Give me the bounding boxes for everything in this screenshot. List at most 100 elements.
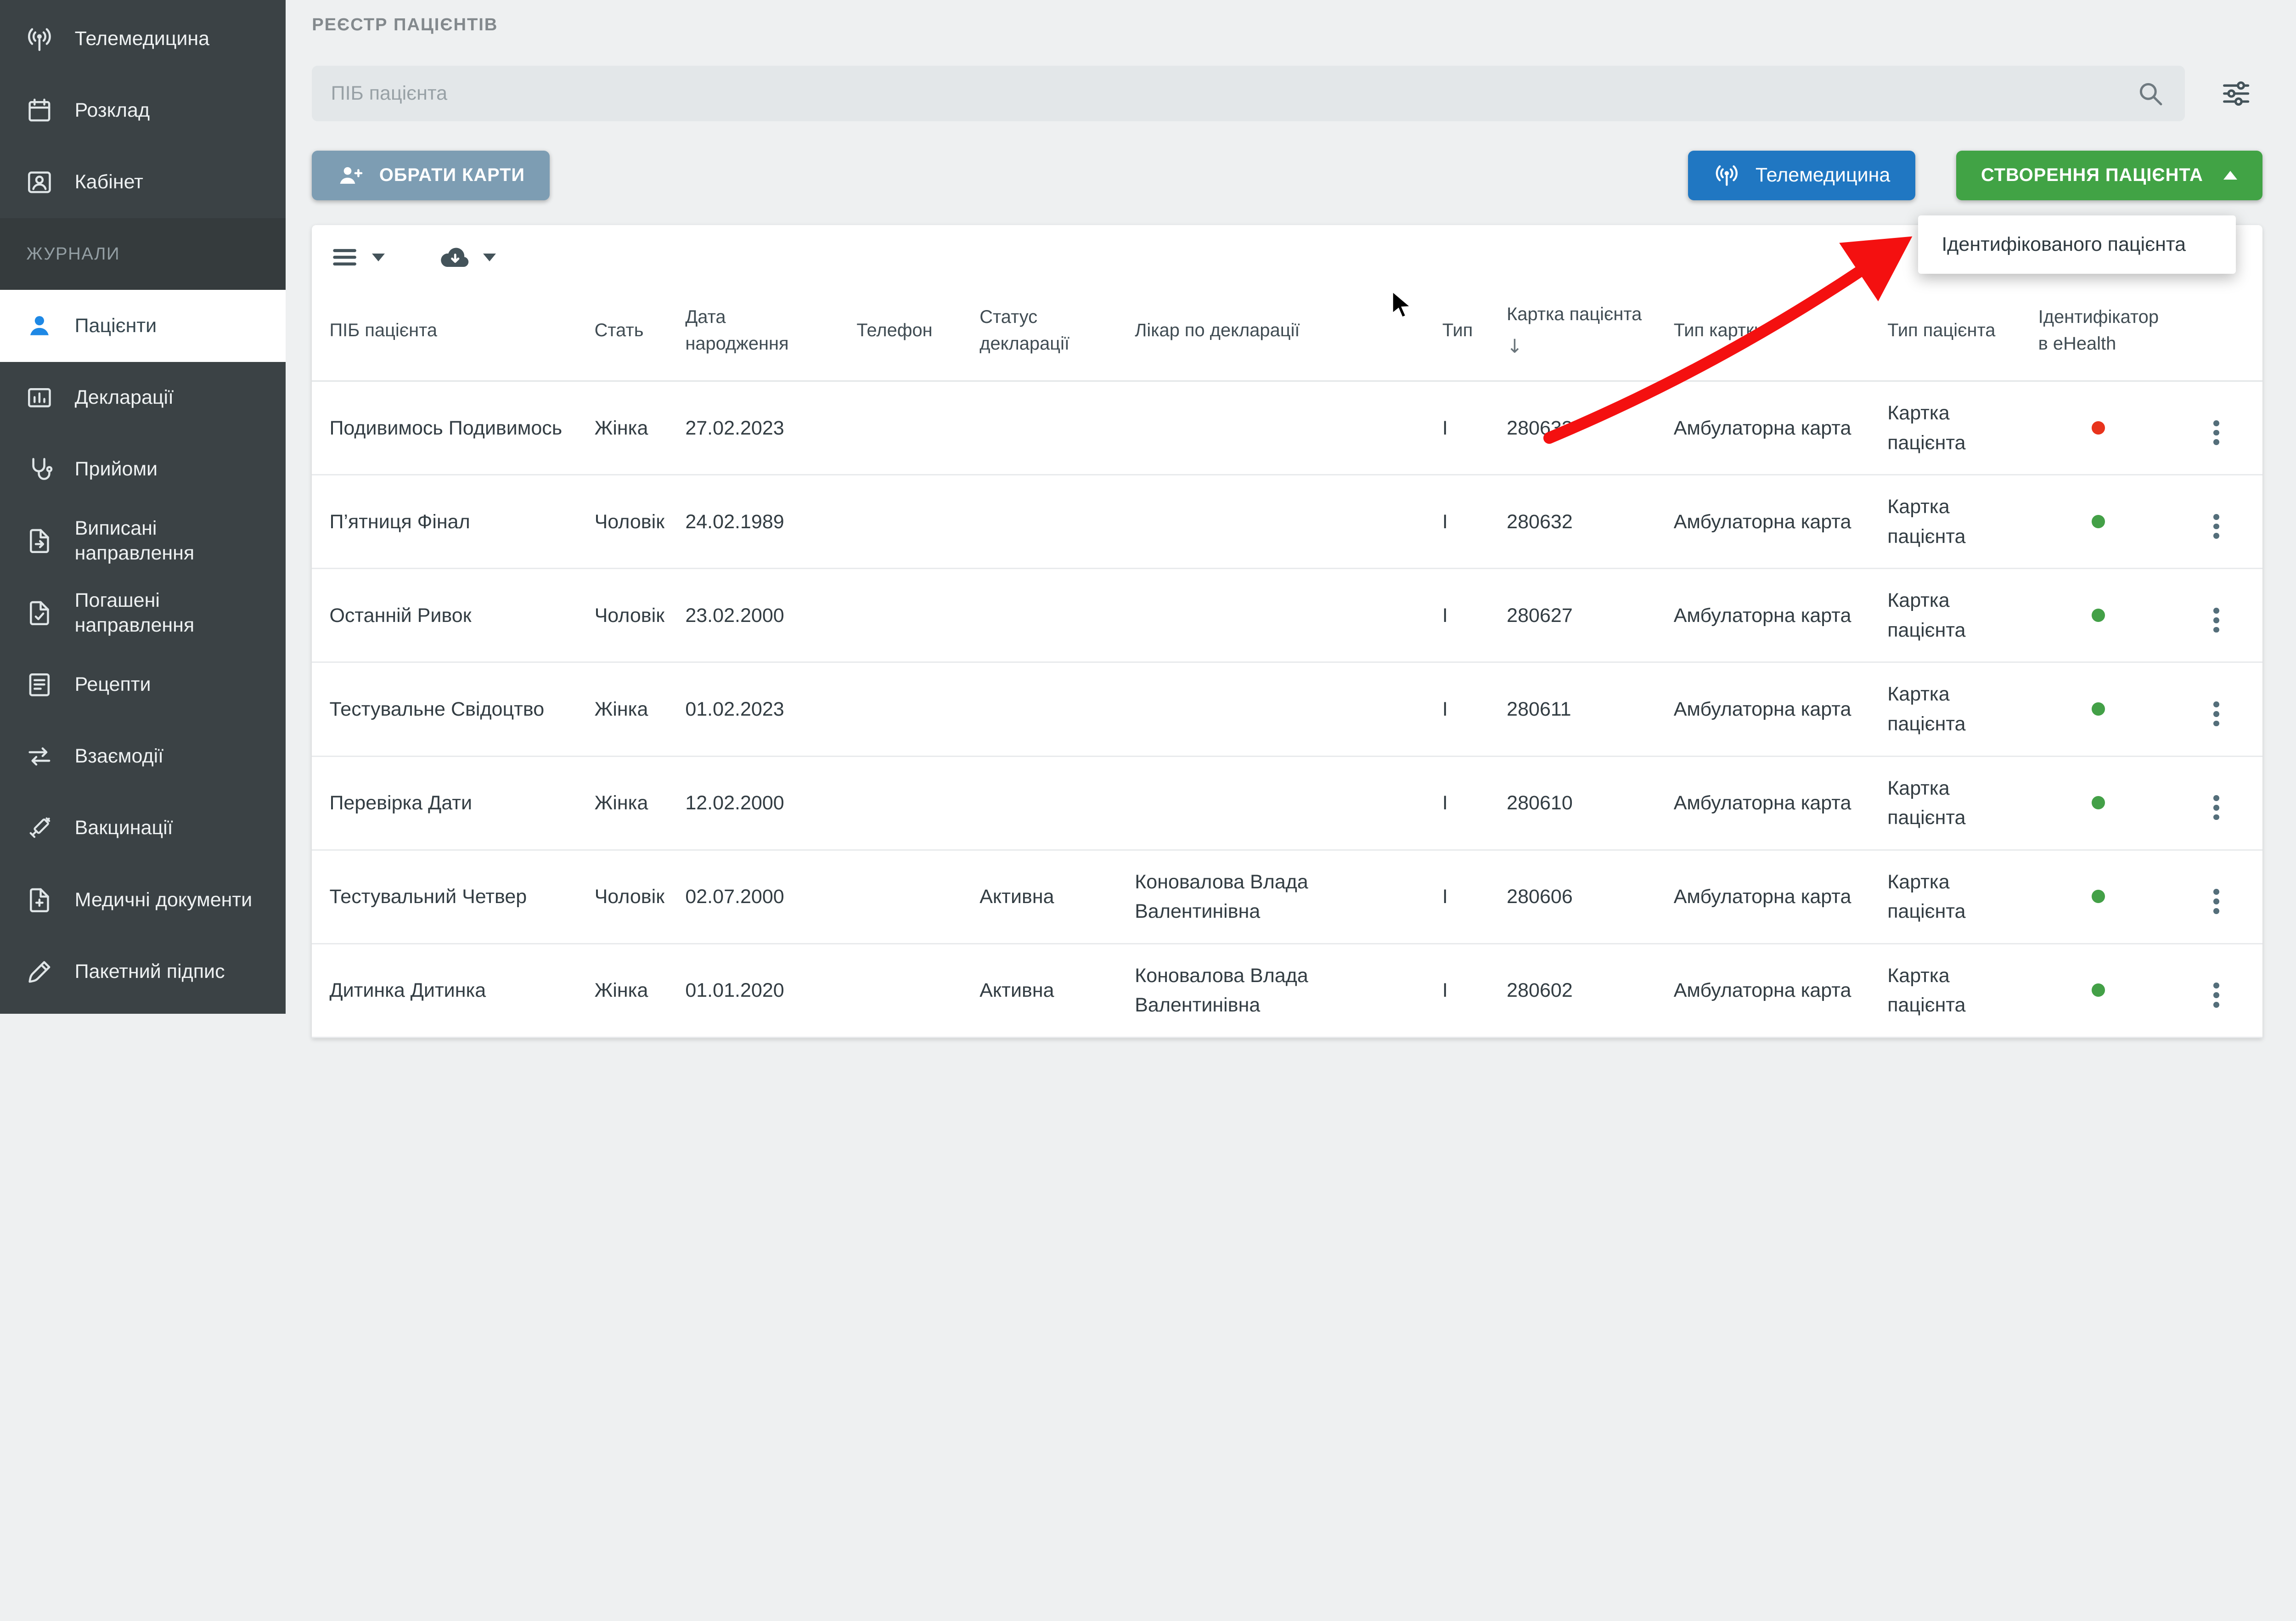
row-menu-button[interactable] [2207, 414, 2225, 451]
col-header-name[interactable]: ПІБ пацієнта [312, 290, 583, 381]
page-check-icon [25, 599, 54, 628]
table-row[interactable]: Тестувальний Четвер Чоловік 02.07.2000 А… [312, 850, 2262, 943]
sidebar-item-declarations[interactable]: Декларації [0, 362, 286, 434]
cell-card-type: Амбулаторна карта [1662, 850, 1876, 943]
cell-patient-name: Подивимось Подивимось [312, 381, 583, 475]
sidebar-item-batch-signature[interactable]: Пакетний підпис [0, 936, 286, 1008]
sidebar-item-label: Медичні документи [75, 888, 253, 913]
actions-row: ОБРАТИ КАРТИ Телемедицина СТВОРЕННЯ ПАЦІ… [312, 151, 2262, 200]
cell-patient-type: Картка пацієнта [1876, 756, 2026, 850]
cell-card-type: Амбулаторна карта [1662, 943, 1876, 1037]
sidebar-item-prescriptions[interactable]: Рецепти [0, 649, 286, 721]
sidebar-item-issued-referrals[interactable]: Виписані направлення [0, 505, 286, 577]
cell-card-number: 280627 [1495, 569, 1662, 662]
sidebar-item-label: Телемедицина [75, 27, 210, 51]
patients-table-card: ПІБ пацієнта Стать Дата народження Телеф… [312, 225, 2262, 1038]
patients-table: ПІБ пацієнта Стать Дата народження Телеф… [312, 290, 2262, 1038]
cell-type: І [1430, 662, 1495, 756]
col-header-sex[interactable]: Стать [583, 290, 674, 381]
page-title: РЕЄСТР ПАЦІЄНТІВ [312, 15, 2262, 35]
row-menu-button[interactable] [2207, 602, 2225, 638]
sidebar-item-appointments[interactable]: Прийоми [0, 434, 286, 505]
telemedicine-button[interactable]: Телемедицина [1688, 151, 1915, 200]
main-content: РЕЄСТР ПАЦІЄНТІВ [286, 0, 2296, 1014]
ehealth-status-dot [2092, 983, 2105, 997]
cell-sex: Жінка [583, 943, 674, 1037]
cell-dob: 01.01.2020 [674, 943, 845, 1037]
prescription-icon [25, 670, 54, 700]
cell-card-number: 280611 [1495, 662, 1662, 756]
col-header-dob[interactable]: Дата народження [674, 290, 845, 381]
cell-declaration-doctor [1123, 756, 1431, 850]
create-patient-button[interactable]: СТВОРЕННЯ ПАЦІЄНТА [1956, 151, 2262, 200]
col-header-phone[interactable]: Телефон [845, 290, 968, 381]
select-cards-label: ОБРАТИ КАРТИ [379, 165, 525, 186]
cell-type: І [1430, 381, 1495, 475]
table-row[interactable]: П’ятниця Фінал Чоловік 24.02.1989 І 2806… [312, 475, 2262, 569]
col-header-type[interactable]: Тип [1430, 290, 1495, 381]
sidebar-item-redeemed-referrals[interactable]: Погашені направлення [0, 577, 286, 649]
table-row[interactable]: Останній Ривок Чоловік 23.02.2000 І 2806… [312, 569, 2262, 662]
filter-button[interactable] [2210, 67, 2262, 120]
row-menu-button[interactable] [2207, 508, 2225, 545]
page-arrow-icon [25, 526, 54, 556]
search-input[interactable] [331, 82, 2135, 105]
cell-declaration-status [968, 662, 1123, 756]
cell-patient-type: Картка пацієнта [1876, 943, 2026, 1037]
export-download-button[interactable] [438, 240, 496, 275]
sidebar-item-label: Пацієнти [75, 314, 157, 339]
cell-declaration-status [968, 381, 1123, 475]
cell-ehealth-id [2026, 943, 2170, 1037]
table-header-row: ПІБ пацієнта Стать Дата народження Телеф… [312, 290, 2262, 381]
list-density-button[interactable] [329, 241, 384, 273]
list-icon [329, 241, 361, 273]
sidebar-item-schedule[interactable]: Розклад [0, 75, 286, 147]
sidebar-item-medical-documents[interactable]: Медичні документи [0, 864, 286, 936]
cell-dob: 12.02.2000 [674, 756, 845, 850]
row-menu-button[interactable] [2207, 695, 2225, 732]
sidebar-item-cabinet[interactable]: Кабінет [0, 147, 286, 218]
sidebar-item-telemedicine[interactable]: Телемедицина [0, 3, 286, 74]
cell-ehealth-id [2026, 850, 2170, 943]
search-bar[interactable] [312, 66, 2185, 121]
col-header-declaration-doctor[interactable]: Лікар по декларації [1123, 290, 1431, 381]
row-menu-button[interactable] [2207, 883, 2225, 920]
cell-dob: 01.02.2023 [674, 662, 845, 756]
col-header-card-number[interactable]: Картка пацієнта ↓ [1495, 290, 1662, 381]
cell-phone [845, 756, 968, 850]
col-header-actions [2170, 290, 2262, 381]
table-row[interactable]: Тестувальне Свідоцтво Жінка 01.02.2023 І… [312, 662, 2262, 756]
col-header-declaration-status[interactable]: Статус декларації [968, 290, 1123, 381]
transfer-arrows-icon [25, 742, 54, 771]
sidebar-item-patients[interactable]: Пацієнти [0, 290, 286, 361]
chevron-up-icon [2223, 171, 2237, 180]
col-header-patient-type[interactable]: Тип пацієнта [1876, 290, 2026, 381]
antenna-icon [1713, 162, 1741, 190]
table-row[interactable]: Перевірка Дати Жінка 12.02.2000 І 280610… [312, 756, 2262, 850]
sidebar-item-label: Погашені направлення [75, 588, 274, 638]
col-header-card-type[interactable]: Тип картки [1662, 290, 1876, 381]
cloud-download-icon [438, 240, 473, 275]
select-cards-button[interactable]: ОБРАТИ КАРТИ [312, 151, 550, 200]
sidebar-item-vaccinations[interactable]: Вакцинації [0, 792, 286, 864]
cell-sex: Чоловік [583, 850, 674, 943]
ehealth-status-dot [2092, 515, 2105, 528]
cell-sex: Жінка [583, 756, 674, 850]
cell-card-number: 280602 [1495, 943, 1662, 1037]
cell-patient-name: Тестувальне Свідоцтво [312, 662, 583, 756]
col-header-ehealth-id[interactable]: Ідентифікатор в eHealth [2026, 290, 2170, 381]
row-menu-button[interactable] [2207, 977, 2225, 1014]
search-row [312, 66, 2262, 121]
cell-phone [845, 569, 968, 662]
dropdown-item-identified-patient[interactable]: Ідентифікованого пацієнта [1918, 215, 2236, 274]
table-row[interactable]: Подивимось Подивимось Жінка 27.02.2023 І… [312, 381, 2262, 475]
row-menu-button[interactable] [2207, 790, 2225, 826]
sort-descending-icon[interactable]: ↓ [1507, 333, 1650, 360]
cell-dob: 23.02.2000 [674, 569, 845, 662]
cell-patient-type: Картка пацієнта [1876, 381, 2026, 475]
table-row[interactable]: Дитинка Дитинка Жінка 01.01.2020 Активна… [312, 943, 2262, 1037]
cell-card-number: 280610 [1495, 756, 1662, 850]
stethoscope-icon [25, 455, 54, 484]
sidebar-item-interactions[interactable]: Взаємодії [0, 721, 286, 792]
search-icon[interactable] [2135, 78, 2166, 109]
